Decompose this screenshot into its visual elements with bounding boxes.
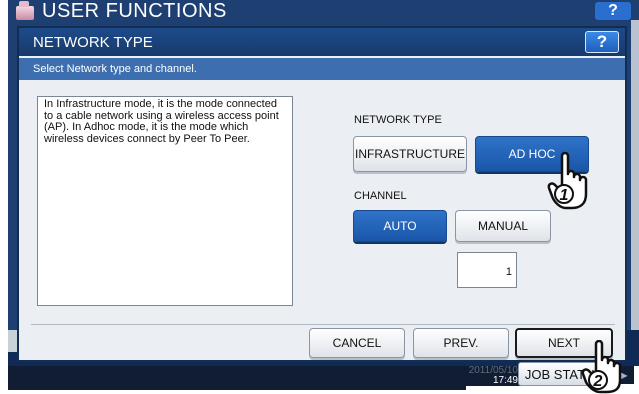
instruction-bar: Select Network type and channel.: [19, 58, 625, 80]
callout-number-2: 2: [593, 373, 603, 390]
hand-pointer-icon: 2: [581, 340, 622, 394]
background-title-text: USER FUNCTIONS: [42, 0, 227, 22]
hand-pointer-icon: 1: [547, 151, 588, 210]
footer-divider: [31, 324, 615, 325]
infrastructure-button[interactable]: INFRASTRUCTURE: [353, 136, 467, 172]
instruction-text: Select Network type and channel.: [33, 63, 197, 75]
user-functions-icon: [16, 1, 34, 20]
network-type-dialog: NETWORK TYPE ? Select Network type and c…: [17, 26, 627, 362]
channel-auto-button[interactable]: AUTO: [353, 210, 447, 242]
network-type-label: NETWORK TYPE: [354, 114, 442, 126]
background-help-button[interactable]: ?: [595, 2, 631, 20]
description-box: In Infrastructure mode, it is the mode c…: [37, 96, 293, 306]
cancel-button[interactable]: CANCEL: [309, 328, 405, 358]
background-title: USER FUNCTIONS: [16, 0, 227, 22]
callout-number-1: 1: [560, 187, 569, 204]
prev-button[interactable]: PREV.: [413, 328, 509, 358]
channel-label: CHANNEL: [354, 190, 407, 202]
dialog-help-button[interactable]: ?: [585, 31, 619, 53]
background-right-strip: [631, 20, 639, 350]
channel-manual-button[interactable]: MANUAL: [455, 210, 551, 242]
channel-number-field[interactable]: 1: [457, 252, 517, 288]
dialog-title: NETWORK TYPE: [33, 33, 153, 51]
status-bar: [8, 366, 466, 390]
clock: 2011/05/10 17:49: [466, 366, 522, 386]
clock-time: 17:49: [492, 375, 518, 386]
dialog-header: NETWORK TYPE: [19, 28, 625, 56]
